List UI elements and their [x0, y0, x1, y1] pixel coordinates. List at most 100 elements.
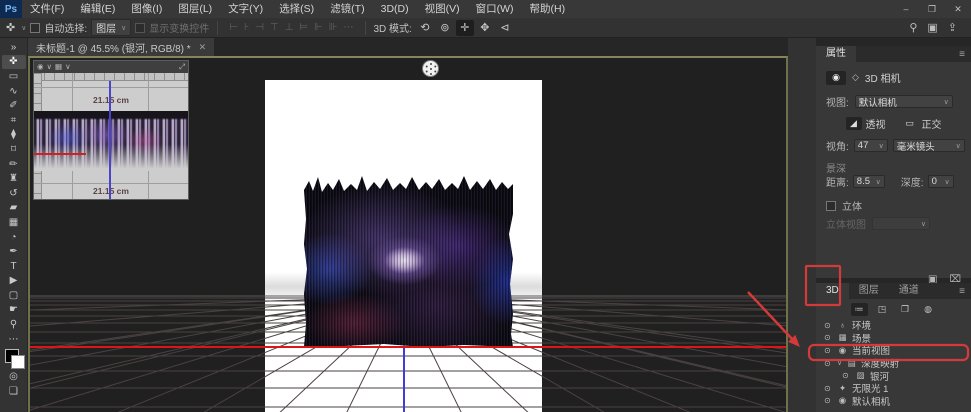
- restore-button[interactable]: ❐: [919, 0, 945, 18]
- align-icon-5[interactable]: ⊨: [296, 22, 311, 33]
- filter-scene-icon[interactable]: ≔: [851, 303, 868, 316]
- 3d-item-7[interactable]: ⊙◉默认相机: [816, 395, 971, 408]
- zoom-tool-icon[interactable]: ⚲: [2, 317, 26, 332]
- filter-materials-icon[interactable]: ❐: [897, 303, 914, 316]
- search-icon[interactable]: ⚲: [909, 21, 917, 34]
- swap-views-icon[interactable]: ⤢: [179, 61, 185, 73]
- align-icon-0[interactable]: ⊢: [226, 22, 241, 33]
- filter-meshes-icon[interactable]: ◳: [874, 303, 891, 316]
- panel-menu-icon[interactable]: ≡: [959, 49, 971, 60]
- align-icon-7[interactable]: ⊪: [326, 22, 341, 33]
- perspective-toggle[interactable]: ◢ 透视: [846, 116, 886, 131]
- lasso-tool-icon[interactable]: ∿: [2, 84, 26, 99]
- show-transform-checkbox[interactable]: [135, 23, 145, 33]
- tab-3d[interactable]: 3D: [816, 283, 849, 299]
- collapse-toolbar-icon[interactable]: »: [2, 40, 26, 55]
- orbit-3d-mode-icon[interactable]: ⟲: [416, 20, 434, 36]
- filter-lights-icon[interactable]: ◍: [920, 303, 937, 316]
- menu-item-filter[interactable]: 滤镜(T): [322, 0, 372, 18]
- 3d-camera-gizmo-icon[interactable]: [422, 60, 439, 77]
- menu-item-view[interactable]: 视图(V): [417, 0, 468, 18]
- visibility-eye-icon[interactable]: ⊙: [824, 321, 833, 330]
- view-dropdown[interactable]: 默认相机 ∨: [855, 95, 953, 108]
- menu-item-type[interactable]: 文字(Y): [220, 0, 271, 18]
- slide-3d-mode-icon[interactable]: ✥: [476, 20, 494, 36]
- menu-item-help[interactable]: 帮助(H): [522, 0, 574, 18]
- minimize-button[interactable]: –: [893, 0, 919, 18]
- drag-3d-mode-icon[interactable]: ✛: [456, 20, 474, 36]
- brush-tool-icon[interactable]: ✏: [2, 157, 26, 172]
- edit-toolbar-icon[interactable]: ⋯: [2, 332, 26, 347]
- healing-brush-tool-icon[interactable]: ⌑: [2, 142, 26, 157]
- background-color-swatch[interactable]: [11, 355, 25, 369]
- lens-dropdown[interactable]: 毫米镜头 ∨: [893, 139, 965, 152]
- document-tab[interactable]: 未标题-1 @ 45.5% (银河, RGB/8) * ✕: [28, 38, 214, 56]
- eyedropper-tool-icon[interactable]: ⧫: [2, 128, 26, 143]
- tab-properties[interactable]: 属性: [816, 46, 856, 62]
- tab-layers[interactable]: 图层: [849, 283, 889, 299]
- visibility-eye-icon[interactable]: ⊙: [824, 333, 833, 342]
- roll-3d-mode-icon[interactable]: ⊚: [436, 20, 454, 36]
- menu-item-file[interactable]: 文件(F): [22, 0, 72, 18]
- align-icon-8[interactable]: ⋯: [341, 22, 357, 33]
- hand-tool-icon[interactable]: ☛: [2, 303, 26, 318]
- align-icon-4[interactable]: ⊥: [282, 22, 297, 33]
- 3d-item-5[interactable]: ⊙▨银河: [816, 369, 971, 382]
- align-icon-6[interactable]: ⊩: [311, 22, 326, 33]
- menu-item-image[interactable]: 图像(I): [123, 0, 170, 18]
- shape-tool-icon[interactable]: ▢: [2, 288, 26, 303]
- auto-select-checkbox[interactable]: [30, 23, 40, 33]
- secondary-view-window[interactable]: ◉∨▦∨⤢ 21.15 cm 21.15 cm: [33, 60, 189, 200]
- tab-channels[interactable]: 通道: [889, 283, 929, 299]
- secondary-camera-icon[interactable]: ◉: [37, 61, 44, 73]
- app-logo[interactable]: Ps: [0, 0, 22, 18]
- panel-menu-icon[interactable]: ≡: [959, 286, 971, 297]
- depth-dropdown[interactable]: 0 ∨: [928, 175, 954, 188]
- move-tool-icon[interactable]: ✜: [2, 55, 26, 70]
- visibility-eye-icon[interactable]: ⊙: [824, 384, 833, 393]
- workspace-icon[interactable]: ▣: [927, 21, 937, 34]
- stereo-checkbox[interactable]: [826, 201, 836, 211]
- align-icon-3[interactable]: ⊤: [267, 22, 282, 33]
- orthographic-toggle[interactable]: ▭ 正交: [902, 116, 942, 131]
- align-icon-2[interactable]: ⊣: [252, 22, 267, 33]
- close-button[interactable]: ✕: [945, 0, 971, 18]
- clone-stamp-tool-icon[interactable]: ♜: [2, 171, 26, 186]
- visibility-eye-icon[interactable]: ⊙: [824, 359, 833, 368]
- distance-dropdown[interactable]: 8.5 ∨: [853, 175, 885, 188]
- fov-dropdown[interactable]: 47 ∨: [854, 139, 888, 152]
- color-swatches[interactable]: [5, 349, 23, 367]
- dodge-tool-icon[interactable]: ◔: [2, 230, 26, 245]
- visibility-eye-icon[interactable]: ⊙: [824, 346, 833, 355]
- menu-item-layer[interactable]: 图层(L): [170, 0, 220, 18]
- menu-item-3d[interactable]: 3D(D): [373, 0, 417, 18]
- visibility-eye-icon[interactable]: ⊙: [824, 396, 833, 405]
- active-tool-icon[interactable]: ✜: [4, 21, 17, 34]
- 3d-item-6[interactable]: ⊙✦无限光 1: [816, 382, 971, 395]
- secondary-caret2-icon[interactable]: ∨: [65, 61, 71, 73]
- 3d-item-3[interactable]: ⊙◉当前视图: [816, 344, 971, 357]
- history-brush-tool-icon[interactable]: ↺: [2, 186, 26, 201]
- pen-tool-icon[interactable]: ✒: [2, 244, 26, 259]
- crop-tool-icon[interactable]: ⌗: [2, 113, 26, 128]
- 3d-item-2[interactable]: ⊙▦场景: [816, 332, 971, 345]
- eraser-tool-icon[interactable]: ▰: [2, 201, 26, 216]
- tool-preset-caret-icon[interactable]: ∨: [21, 24, 26, 32]
- auto-select-dropdown[interactable]: 图层 ∨: [91, 19, 131, 36]
- share-icon[interactable]: ⇪: [948, 21, 957, 34]
- secondary-settings-icon[interactable]: ▦: [55, 61, 62, 73]
- path-select-tool-icon[interactable]: ▶: [2, 274, 26, 289]
- expand-caret-icon[interactable]: ∨: [837, 359, 842, 367]
- camera-properties-icon[interactable]: ◉: [826, 71, 846, 85]
- quick-select-tool-icon[interactable]: ✐: [2, 98, 26, 113]
- menu-item-select[interactable]: 选择(S): [271, 0, 322, 18]
- menu-item-window[interactable]: 窗口(W): [468, 0, 522, 18]
- 3d-item-4[interactable]: ⊙∨▤深度映射: [816, 357, 971, 370]
- marquee-tool-icon[interactable]: ▭: [2, 69, 26, 84]
- menu-item-edit[interactable]: 编辑(E): [72, 0, 123, 18]
- secondary-caret-icon[interactable]: ∨: [47, 61, 53, 73]
- screen-mode-icon[interactable]: ❏: [2, 384, 26, 399]
- quick-mask-icon[interactable]: ◎: [2, 369, 26, 384]
- close-tab-icon[interactable]: ✕: [199, 42, 207, 53]
- 3d-item-1[interactable]: ⊙♁环境: [816, 319, 971, 332]
